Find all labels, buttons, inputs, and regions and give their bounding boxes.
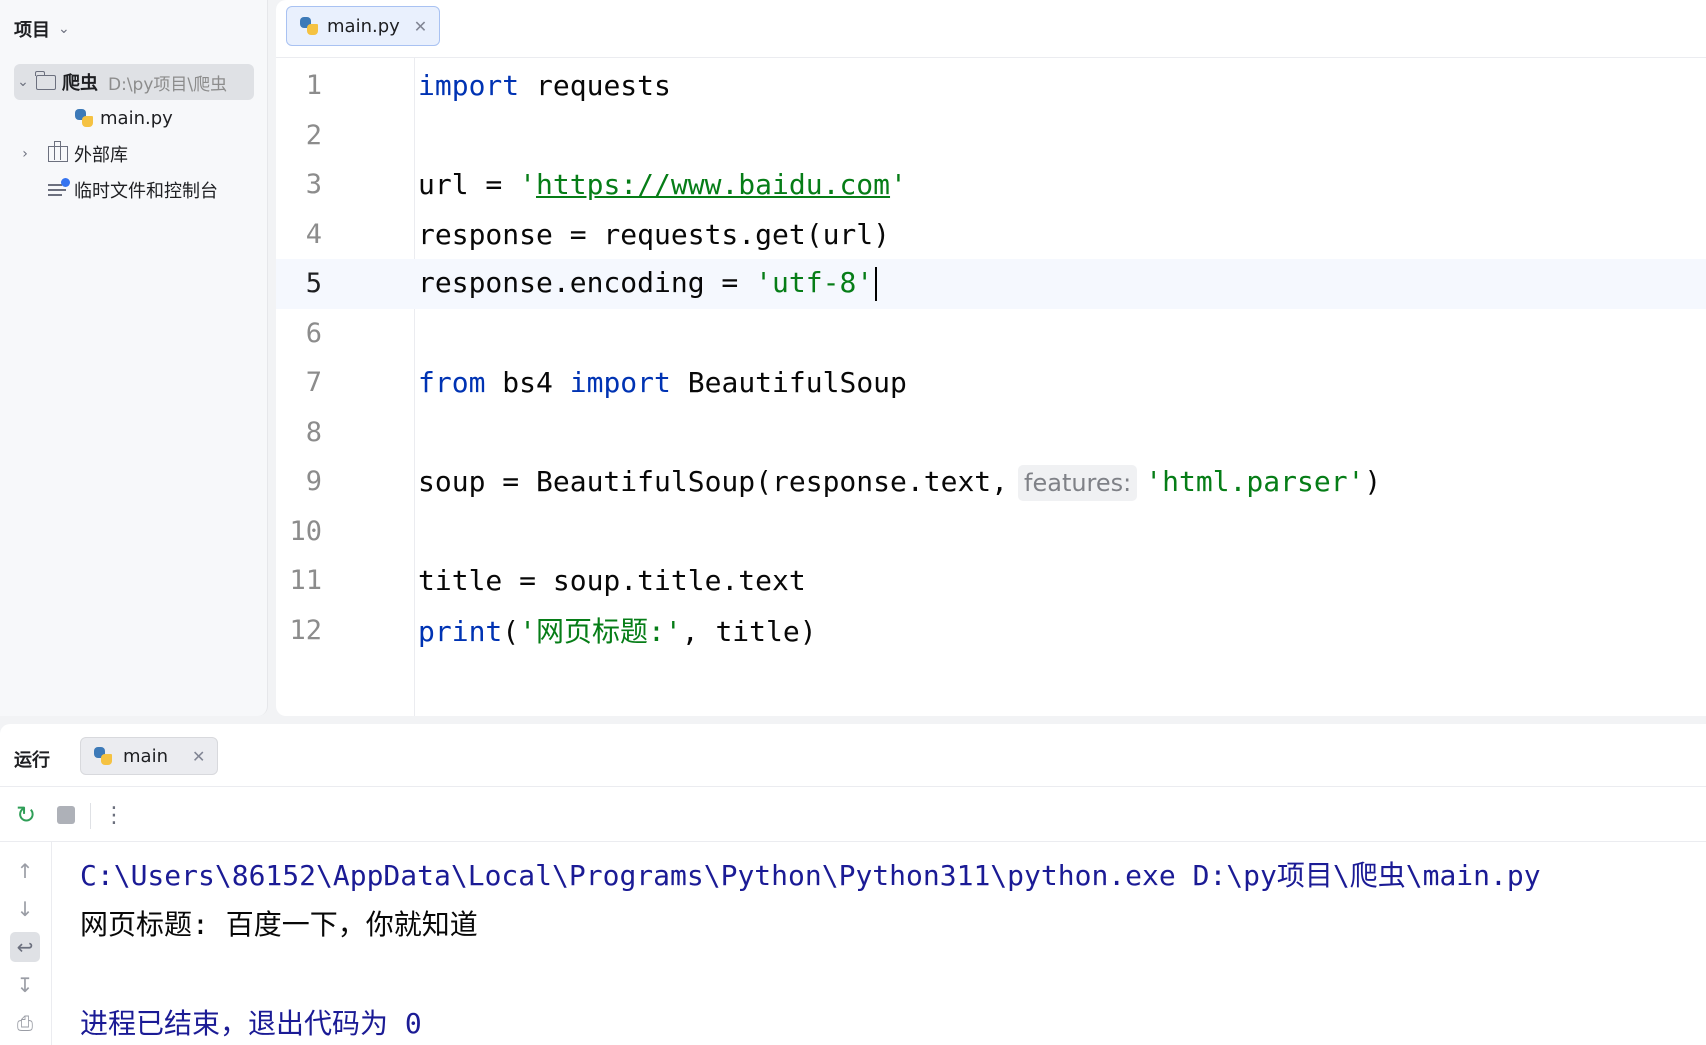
tree-item-scratches[interactable]: 临时文件和控制台 — [0, 172, 268, 208]
arrow-up-icon[interactable]: ↑ — [10, 856, 40, 886]
console-line: 网页标题: 百度一下，你就知道 — [80, 908, 478, 942]
keyword-token: import — [418, 69, 520, 103]
stop-icon[interactable] — [54, 803, 78, 827]
line-number: 3 — [305, 169, 322, 201]
close-icon[interactable]: ✕ — [414, 17, 427, 36]
toolbar-separator — [90, 803, 91, 829]
code-line[interactable]: 7 from bs4 import BeautifulSoup — [276, 358, 1706, 408]
code-token: ) — [1364, 465, 1382, 499]
line-number: 5 — [305, 268, 322, 300]
code-line[interactable]: 1 import requests — [276, 61, 1706, 111]
tab-label: main.py — [327, 15, 400, 37]
more-icon[interactable]: ⋮ — [102, 803, 126, 828]
line-number: 10 — [289, 515, 322, 547]
scratches-icon — [48, 178, 70, 198]
line-number: 11 — [289, 565, 322, 597]
keyword-token: print — [418, 615, 503, 649]
code-token: requests — [519, 69, 671, 103]
console-output[interactable]: C:\Users\86152\AppData\Local\Programs\Py… — [80, 849, 1541, 1045]
console-line: 进程已结束，退出代码为 0 — [80, 1007, 422, 1041]
chevron-right-icon[interactable]: › — [16, 146, 34, 162]
code-area[interactable]: 1 import requests 2 3 url = 'https://www… — [276, 61, 1706, 655]
chevron-down-icon[interactable]: ⌄ — [14, 74, 32, 90]
line-number: 12 — [289, 614, 322, 646]
text-caret — [875, 267, 878, 302]
url-link[interactable]: https://www.baidu.com — [536, 168, 890, 201]
python-file-icon — [299, 16, 319, 36]
editor-tab-bar: main.py ✕ — [276, 0, 1706, 58]
code-token: BeautifulSoup — [670, 366, 907, 400]
code-line[interactable]: 3 url = 'https://www.baidu.com' — [276, 160, 1706, 210]
code-editor[interactable]: main.py ✕ 1 import requests 2 3 url = 'h… — [276, 0, 1706, 716]
code-line-current[interactable]: 5 response.encoding = 'utf-8' — [276, 259, 1706, 309]
line-number: 7 — [305, 367, 322, 399]
python-file-icon — [74, 108, 94, 128]
code-token: response.encoding = — [418, 266, 756, 300]
code-line[interactable]: 10 — [276, 507, 1706, 557]
library-icon — [48, 141, 68, 162]
code-line[interactable]: 12 print('网页标题:', title) — [276, 606, 1706, 656]
line-number: 6 — [305, 317, 322, 349]
line-number: 1 — [305, 70, 322, 102]
run-tab-label: main — [123, 745, 168, 767]
string-token: ' — [519, 168, 537, 202]
code-token: , title) — [681, 615, 817, 649]
string-token: 'html.parser' — [1145, 465, 1365, 499]
run-panel-title: 运行 — [14, 750, 50, 771]
soft-wrap-icon[interactable]: ↩ — [10, 932, 40, 962]
string-token: ' — [890, 168, 907, 202]
code-token: soup = BeautifulSoup(response.text, — [418, 465, 1009, 499]
console-side-toolbar: ↑ ↓ ↩ ↧ ⎙ — [0, 842, 52, 1045]
chevron-down-icon[interactable]: ⌄ — [58, 21, 70, 37]
console-line: C:\Users\86152\AppData\Local\Programs\Py… — [80, 858, 1541, 892]
project-panel: 项目 ⌄ ⌄ 爬虫 D:\py项目\爬虫 main.py › 外部库 临时文件和… — [0, 0, 268, 716]
code-token: title = soup.title.text — [418, 564, 806, 598]
tree-file-name: main.py — [100, 107, 173, 129]
project-panel-header[interactable]: 项目 ⌄ — [14, 16, 70, 42]
run-header: 运行 main ✕ — [0, 724, 1706, 787]
tree-external-libs-label: 外部库 — [74, 145, 128, 166]
tree-scratches-label: 临时文件和控制台 — [74, 181, 218, 202]
arrow-down-icon[interactable]: ↓ — [10, 894, 40, 924]
code-line[interactable]: 4 response = requests.get(url) — [276, 210, 1706, 260]
code-line[interactable]: 6 — [276, 309, 1706, 359]
tree-root-path: D:\py项目\爬虫 — [108, 74, 228, 95]
keyword-token: import — [569, 366, 671, 400]
python-file-icon — [93, 746, 113, 766]
line-number: 4 — [305, 218, 322, 250]
project-tree: ⌄ 爬虫 D:\py项目\爬虫 main.py › 外部库 临时文件和控制台 — [0, 64, 268, 208]
print-icon[interactable]: ⎙ — [10, 1008, 40, 1038]
tree-root-name: 爬虫 — [62, 73, 98, 94]
code-token: response = requests.get(url) — [418, 217, 891, 251]
code-line[interactable]: 11 title = soup.title.text — [276, 556, 1706, 606]
line-number: 2 — [305, 119, 322, 151]
code-token: ( — [502, 615, 520, 649]
line-number: 8 — [305, 416, 322, 448]
line-number: 9 — [305, 466, 322, 498]
string-token: '网页标题:' — [519, 615, 682, 649]
code-line[interactable]: 9 soup = BeautifulSoup(response.text, fea… — [276, 457, 1706, 507]
close-icon[interactable]: ✕ — [192, 747, 205, 766]
run-tab-main[interactable]: main ✕ — [80, 737, 219, 775]
code-line[interactable]: 2 — [276, 111, 1706, 161]
parameter-hint: features: — [1018, 465, 1138, 502]
run-toolbar: ↻ ⋮ — [0, 788, 1706, 842]
scroll-to-end-icon[interactable]: ↧ — [10, 970, 40, 1000]
code-line[interactable]: 8 — [276, 408, 1706, 458]
tree-item-main-py[interactable]: main.py — [0, 100, 268, 136]
rerun-icon[interactable]: ↻ — [14, 801, 38, 829]
run-panel: 运行 main ✕ ↻ ⋮ ↑ ↓ ↩ ↧ ⎙ C:\Users\86152\A… — [0, 724, 1706, 1045]
keyword-token: from — [418, 366, 486, 400]
code-token: url = — [418, 168, 520, 202]
tab-main-py[interactable]: main.py ✕ — [286, 6, 441, 46]
project-panel-title: 项目 — [14, 20, 50, 41]
folder-icon — [35, 70, 56, 90]
string-token: 'utf-8' — [755, 266, 874, 300]
tree-item-external-libs[interactable]: › 外部库 — [0, 136, 268, 172]
tree-item-root[interactable]: ⌄ 爬虫 D:\py项目\爬虫 — [14, 64, 254, 100]
code-token: bs4 — [485, 366, 570, 400]
